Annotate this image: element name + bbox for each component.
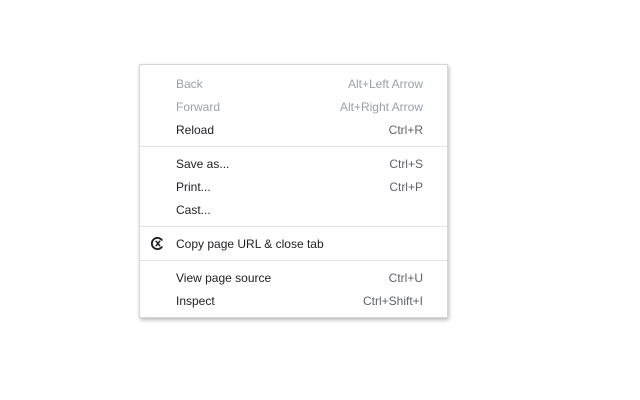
menu-item-label: Cast... <box>176 202 211 217</box>
extension-logo-icon <box>150 237 163 250</box>
menu-item-label: View page source <box>176 270 272 285</box>
context-menu: Back Alt+Left Arrow Forward Alt+Right Ar… <box>139 64 448 318</box>
menu-item-label: Reload <box>176 122 215 137</box>
menu-item-save-as[interactable]: Save as... Ctrl+S <box>140 152 447 175</box>
menu-item-label: Copy page URL & close tab <box>176 236 324 251</box>
menu-item-label: Save as... <box>176 156 230 171</box>
menu-item-forward[interactable]: Forward Alt+Right Arrow <box>140 95 447 118</box>
menu-item-label: Forward <box>176 99 221 114</box>
menu-item-copy-url-close-tab[interactable]: Copy page URL & close tab <box>140 232 447 255</box>
menu-item-shortcut: Ctrl+Shift+I <box>362 293 423 308</box>
menu-item-shortcut: Ctrl+S <box>389 156 423 171</box>
menu-item-shortcut: Ctrl+P <box>389 179 423 194</box>
menu-item-inspect[interactable]: Inspect Ctrl+Shift+I <box>140 289 447 312</box>
menu-item-shortcut: Ctrl+U <box>388 270 423 285</box>
menu-item-shortcut: Alt+Right Arrow <box>339 99 423 114</box>
screen: Back Alt+Left Arrow Forward Alt+Right Ar… <box>0 0 640 400</box>
menu-item-label: Inspect <box>176 293 215 308</box>
menu-item-cast[interactable]: Cast... <box>140 198 447 221</box>
menu-item-label: Back <box>176 76 203 91</box>
menu-separator <box>140 260 447 261</box>
menu-separator <box>140 226 447 227</box>
menu-item-label: Print... <box>176 179 211 194</box>
menu-item-reload[interactable]: Reload Ctrl+R <box>140 118 447 141</box>
menu-item-back[interactable]: Back Alt+Left Arrow <box>140 72 447 95</box>
menu-item-shortcut: Ctrl+R <box>388 122 423 137</box>
menu-item-shortcut: Alt+Left Arrow <box>347 76 423 91</box>
menu-separator <box>140 146 447 147</box>
menu-item-view-page-source[interactable]: View page source Ctrl+U <box>140 266 447 289</box>
menu-item-print[interactable]: Print... Ctrl+P <box>140 175 447 198</box>
